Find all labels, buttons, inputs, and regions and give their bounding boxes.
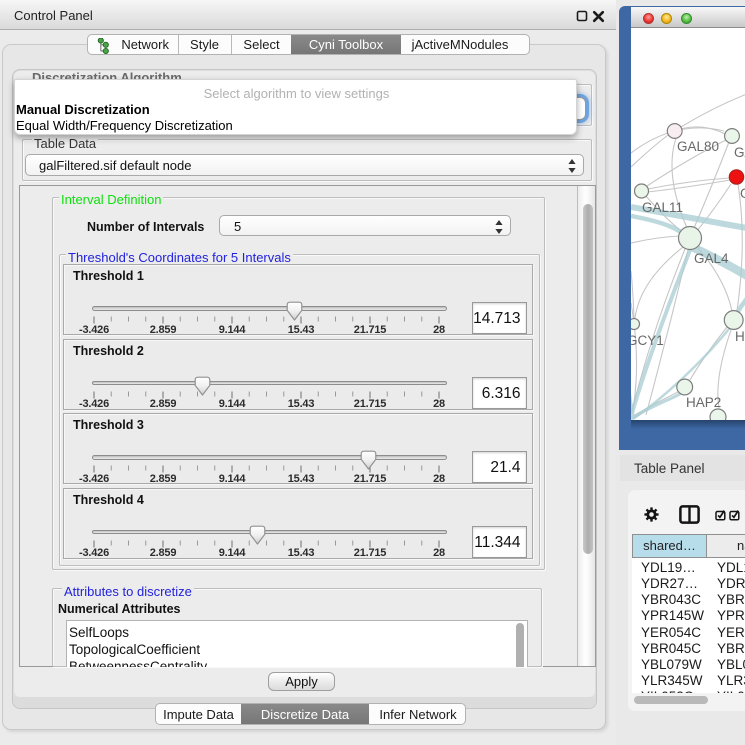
svg-text:GA: GA xyxy=(734,145,745,160)
svg-text:GAL4: GAL4 xyxy=(694,251,729,266)
svg-text:GAL11: GAL11 xyxy=(642,200,683,215)
svg-text:G: G xyxy=(740,186,745,201)
svg-text:HI: HI xyxy=(735,329,745,344)
svg-text:HAP2: HAP2 xyxy=(686,395,721,410)
svg-text:GAL80: GAL80 xyxy=(677,139,719,154)
svg-text:GCY1: GCY1 xyxy=(631,333,664,348)
